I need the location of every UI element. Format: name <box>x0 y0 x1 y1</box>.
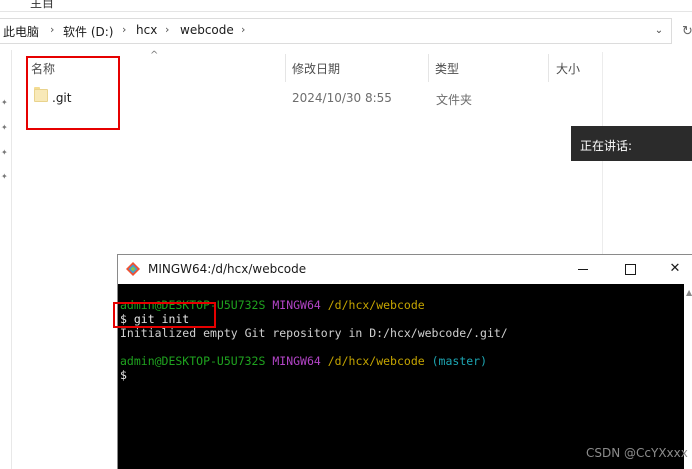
pin-icon[interactable]: ✦ <box>1 172 9 181</box>
prompt-line: admin@DESKTOP-U5U732S MINGW64 /d/hcx/web… <box>120 354 488 368</box>
refresh-icon[interactable]: ↻ <box>682 24 692 39</box>
terminal-scrollbar[interactable]: ▲ <box>684 284 692 469</box>
breadcrumb-separator-icon[interactable]: › <box>241 23 245 36</box>
git-bash-icon <box>126 262 140 276</box>
ribbon-partial-label: 主目 <box>30 0 55 10</box>
navigation-pane: ✦ ✦ ✦ ✦ <box>0 50 12 469</box>
pin-icon[interactable]: ✦ <box>1 98 9 107</box>
close-button[interactable]: ✕ <box>664 259 686 279</box>
breadcrumb-separator-icon[interactable]: › <box>122 23 126 36</box>
address-bar-row: 此电脑 › 软件 (D:) › hcx › webcode › ⌄ ↻ <box>0 12 692 50</box>
breadcrumb-webcode[interactable]: webcode <box>180 23 234 37</box>
file-type: 文件夹 <box>436 93 473 107</box>
terminal-title-bar[interactable]: MINGW64:/d/hcx/webcode ✕ <box>118 255 692 284</box>
highlight-box-git-init <box>113 302 216 328</box>
minimize-button[interactable] <box>572 259 594 279</box>
address-history-chevron-down-icon[interactable]: ⌄ <box>652 25 666 39</box>
breadcrumb-separator-icon[interactable]: › <box>165 23 169 36</box>
column-header-modified[interactable]: 修改日期 <box>292 60 340 77</box>
sort-ascending-icon: ^ <box>150 50 159 61</box>
speaking-indicator: 正在讲话: <box>571 126 692 161</box>
pin-icon[interactable]: ✦ <box>1 148 9 157</box>
column-header-type[interactable]: 类型 <box>435 60 459 77</box>
maximize-button[interactable] <box>619 259 641 279</box>
breadcrumb-hcx[interactable]: hcx <box>136 23 157 37</box>
command-output-line: Initialized empty Git repository in D:/h… <box>120 326 508 340</box>
ribbon-strip: 主目 <box>0 0 692 12</box>
column-divider[interactable] <box>428 54 429 82</box>
screen: 主目 此电脑 › 软件 (D:) › hcx › webcode › ⌄ ↻ ✦… <box>0 0 692 469</box>
terminal-title: MINGW64:/d/hcx/webcode <box>148 262 307 276</box>
file-modified-date: 2024/10/30 8:55 <box>292 91 392 105</box>
breadcrumb-separator-icon[interactable]: › <box>50 23 54 36</box>
column-divider[interactable] <box>548 54 549 82</box>
terminal-window: MINGW64:/d/hcx/webcode ✕ admin@DESKTOP-U… <box>117 254 692 469</box>
cursor-line: $ <box>120 368 127 382</box>
breadcrumb-drive-d[interactable]: 软件 (D:) <box>63 23 113 40</box>
watermark: CSDN @CcYXxxx <box>586 446 688 460</box>
pin-icon[interactable]: ✦ <box>1 123 9 132</box>
breadcrumb-this-pc[interactable]: 此电脑 <box>3 23 39 40</box>
column-divider[interactable] <box>285 54 286 82</box>
highlight-box-git-folder <box>26 56 120 130</box>
column-header-size[interactable]: 大小 <box>556 60 580 77</box>
scroll-up-arrow-icon[interactable]: ▲ <box>686 288 692 297</box>
